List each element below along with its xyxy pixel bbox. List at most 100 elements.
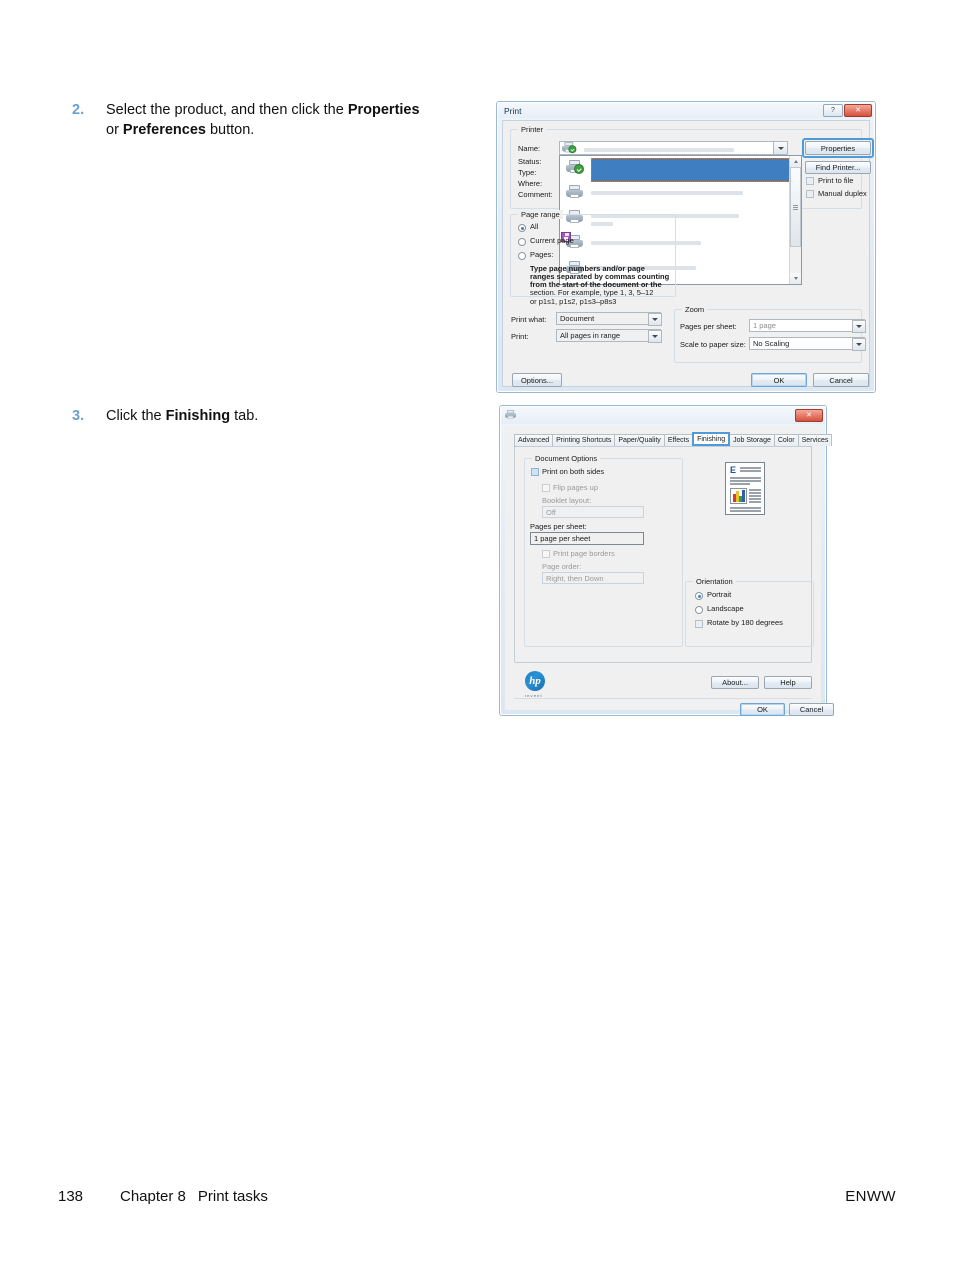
printer-where-label: Where: — [518, 179, 543, 188]
printer-properties-icon — [505, 410, 517, 419]
scroll-down-icon[interactable] — [790, 273, 801, 284]
footer-section: Print tasks — [197, 1188, 268, 1205]
orientation-landscape-radio[interactable] — [695, 606, 703, 614]
preview-chart-box — [730, 488, 747, 504]
tab-paper-quality[interactable]: Paper/Quality — [614, 434, 665, 446]
print-dialog-window-buttons: ? ✕ — [823, 104, 872, 117]
tab-effects[interactable]: Effects — [663, 434, 694, 446]
print-ok-button[interactable]: OK — [751, 373, 807, 387]
properties-button[interactable]: Properties — [805, 141, 871, 155]
print-dialog-title: Print — [504, 105, 522, 116]
printer-name-combobox[interactable] — [559, 141, 788, 155]
help-button[interactable]: Help — [764, 676, 812, 689]
page-order-combobox[interactable]: Right, then Down — [542, 572, 644, 584]
hp-logo-mark: hp — [529, 674, 541, 687]
scale-to-paper-dropdown-arrow[interactable] — [852, 338, 866, 351]
print-page-borders-checkbox[interactable] — [542, 550, 550, 558]
rotate-180-checkbox[interactable] — [695, 620, 703, 628]
print-dropdown-arrow[interactable] — [648, 330, 662, 343]
pages-per-sheet-dropdown-arrow[interactable] — [852, 320, 866, 333]
find-printer-button[interactable]: Find Printer... — [805, 161, 871, 174]
page-range-current-radio[interactable] — [518, 238, 526, 246]
manual-duplex-checkbox[interactable] — [806, 190, 814, 198]
pages-per-sheet-combobox[interactable]: 1 page — [749, 319, 865, 332]
orientation-portrait-label: Portrait — [707, 590, 732, 599]
orientation-group: Orientation — [685, 577, 814, 647]
flip-pages-up-checkbox[interactable] — [542, 484, 550, 492]
step-3-number: 3. — [72, 408, 85, 424]
page-footer: 138 Chapter 8 Print tasks ENWW — [58, 1188, 896, 1205]
flip-pages-up-label: Flip pages up — [553, 483, 599, 492]
finishing-ok-button[interactable]: OK — [740, 703, 785, 716]
hp-logo-icon: hp — [525, 671, 545, 691]
footer-locale: ENWW — [845, 1188, 896, 1205]
printer-list-icon-2 — [566, 185, 583, 198]
finishing-cancel-button[interactable]: Cancel — [789, 703, 834, 716]
step-2-text-end: button. — [205, 122, 255, 138]
print-combobox[interactable]: All pages in range — [556, 329, 661, 342]
step-2-text-mid: or — [106, 122, 123, 138]
step-2-number: 2. — [72, 102, 85, 118]
printer-name-label: Name: — [518, 144, 541, 153]
printer-name-dropdown-arrow[interactable] — [773, 142, 787, 154]
scroll-up-icon[interactable] — [790, 156, 801, 167]
print-label: Print: — [511, 332, 529, 341]
print-to-file-checkbox[interactable] — [806, 177, 814, 185]
page-order-label: Page order: — [542, 562, 582, 571]
zoom-group-label: Zoom — [682, 305, 708, 314]
print-on-both-sides-label: Print on both sides — [542, 467, 605, 476]
page-range-all-radio[interactable] — [518, 224, 526, 232]
pages-per-sheet-label: Pages per sheet: — [530, 522, 587, 531]
step-2-text: Select the product, and then click the P… — [106, 100, 436, 140]
print-cancel-button[interactable]: Cancel — [813, 373, 869, 387]
help-icon[interactable]: ? — [823, 104, 843, 117]
tab-advanced[interactable]: Advanced — [514, 434, 554, 446]
print-dialog-frame: Print ? ✕ Printer Name: Status: Type: Wh… — [497, 102, 875, 392]
manual-duplex-label: Manual duplex — [818, 189, 867, 198]
printer-status-label: Status: — [518, 157, 542, 166]
rotate-180-label: Rotate by 180 degrees — [707, 618, 783, 627]
finishing-dialog-frame: ✕ Advanced Printing Shortcuts Paper/Qual… — [500, 406, 834, 716]
scale-to-paper-combobox[interactable]: No Scaling — [749, 337, 865, 350]
finishing-dialog-window: ✕ Advanced Printing Shortcuts Paper/Qual… — [499, 405, 834, 716]
step-3-text: Click the Finishing tab. — [106, 406, 436, 426]
close-icon[interactable]: ✕ — [795, 409, 823, 422]
pages-per-sheet-label: Pages per sheet: — [680, 322, 737, 331]
footer-divider — [514, 698, 812, 699]
footer-chapter: Chapter 8 — [120, 1188, 186, 1205]
booklet-layout-combobox[interactable]: Off — [542, 506, 644, 518]
tab-color[interactable]: Color — [773, 434, 799, 446]
options-button[interactable]: Options... — [512, 373, 562, 387]
scrollbar-thumb[interactable] — [790, 167, 801, 247]
tab-printing-shortcuts[interactable]: Printing Shortcuts — [552, 434, 616, 446]
tab-job-storage[interactable]: Job Storage — [729, 434, 775, 446]
orientation-portrait-radio[interactable] — [695, 592, 703, 600]
close-icon[interactable]: ✕ — [844, 104, 872, 117]
printer-list-scrollbar[interactable] — [789, 156, 801, 284]
document-options-label: Document Options — [532, 454, 601, 463]
finishing-tabstrip[interactable]: Advanced Printing Shortcuts Paper/Qualit… — [514, 432, 833, 446]
step-2-bold-preferences: Preferences — [122, 122, 206, 138]
page-range-hint-line4: section. For example, type 1, 3, 5–12 — [530, 288, 654, 297]
page-range-current-label: Current page — [530, 236, 574, 245]
print-dialog-body: Printer Name: Status: Type: Where: Comme… — [502, 120, 874, 387]
page-range-pages-radio[interactable] — [518, 252, 526, 260]
preview-letter: E — [730, 465, 737, 475]
page-range-hint-line5: or p1s1, p1s2, p1s3–p8s3 — [530, 297, 617, 306]
about-button[interactable]: About... — [711, 676, 759, 689]
print-on-both-sides-checkbox[interactable] — [531, 468, 539, 476]
printer-comment-label: Comment: — [518, 190, 553, 199]
tab-finishing[interactable]: Finishing — [692, 432, 731, 446]
step-2-text-part1: Select the product, and then click the — [106, 102, 348, 118]
print-what-dropdown-arrow[interactable] — [648, 313, 662, 326]
tab-services[interactable]: Services — [797, 434, 833, 446]
step-2: 2. Select the product, and then click th… — [72, 100, 436, 140]
step-2-bold-properties: Properties — [347, 102, 420, 118]
page-range-all-label: All — [530, 222, 539, 231]
orientation-group-label: Orientation — [693, 577, 736, 586]
pages-per-sheet-combobox[interactable]: 1 page per sheet — [530, 532, 644, 545]
step-3-bold-finishing: Finishing — [165, 408, 231, 424]
printer-list-selected-item[interactable] — [591, 158, 791, 182]
printer-list-icon-1 — [566, 160, 584, 174]
print-what-combobox[interactable]: Document — [556, 312, 661, 325]
